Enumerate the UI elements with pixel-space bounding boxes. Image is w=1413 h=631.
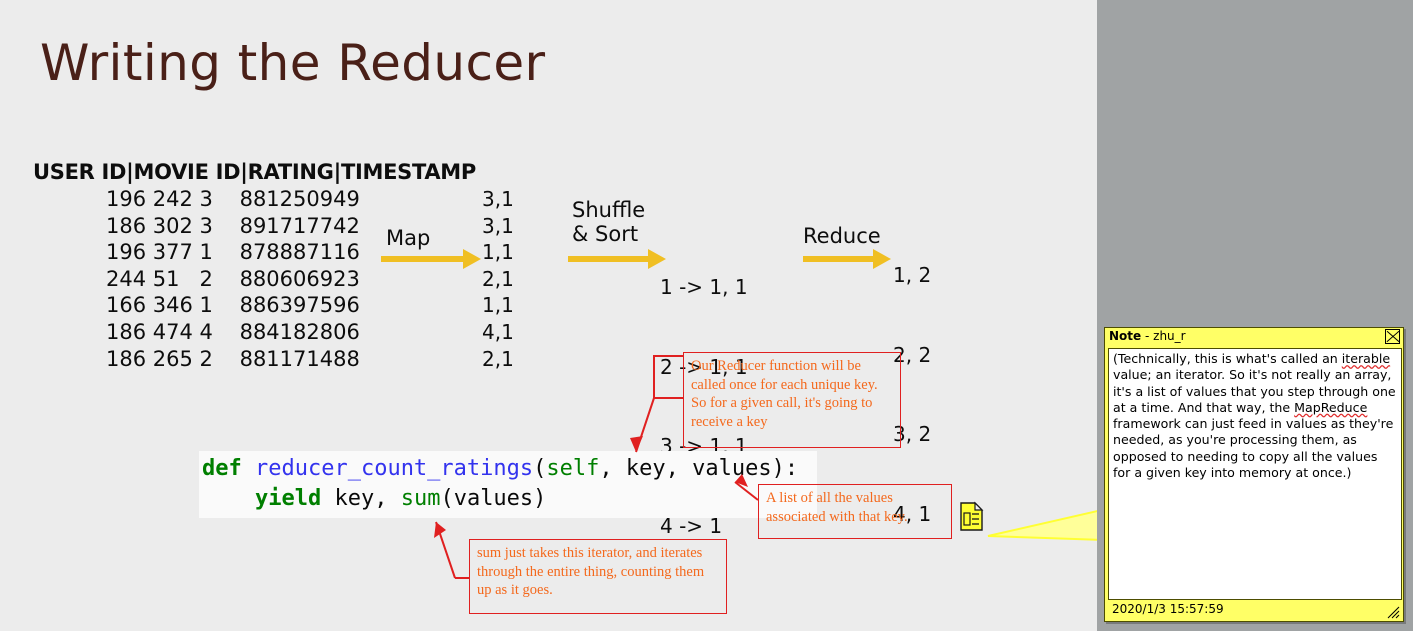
table-row: 186 474 4 884182806 (106, 319, 360, 344)
map-output-item: 1,1 (482, 240, 514, 265)
comment-panel-body[interactable]: (Technically, this is what's called an i… (1108, 348, 1402, 600)
code-function-name: reducer_count_ratings (241, 456, 534, 481)
annotation-box-reducer-call: Our Reducer function will be called once… (683, 352, 901, 448)
stage-label-reduce: Reduce (803, 224, 881, 248)
code-params-rest: , key, values): (599, 456, 799, 481)
comment-panel-header: Note - zhu_r (1105, 328, 1403, 346)
code-sum-args: (values) (440, 486, 547, 511)
reduce-arrow-icon (803, 249, 891, 269)
comment-panel[interactable]: Note - zhu_r (Technically, this is what'… (1104, 327, 1404, 622)
table-row: 244 51 2 880606923 (106, 266, 360, 291)
comment-panel-label: Note (1109, 329, 1142, 343)
map-output-item: 3,1 (482, 187, 514, 211)
close-icon[interactable] (1385, 329, 1400, 344)
comment-connector (987, 510, 1097, 541)
table-row: 186 265 2 881171488 (106, 346, 360, 371)
map-arrow-icon (381, 249, 481, 269)
code-param-self: self (546, 456, 600, 481)
shuffle-arrow-icon (568, 249, 666, 269)
comment-panel-timestamp: 2020/1/3 15:57:59 (1112, 602, 1224, 616)
code-keyword-yield: yield (254, 486, 322, 511)
map-output-item: 2,1 (482, 266, 514, 291)
data-table-header: USER ID|MOVIE ID|RATING|TIMESTAMP (33, 160, 476, 184)
code-block: def reducer_count_ratings(self, key, val… (199, 451, 817, 518)
shuffle-output-item: 1 -> 1, 1 (660, 275, 748, 299)
reduce-output-item: 1, 2 (893, 263, 932, 287)
map-output-column: 3,1 3,1 1,1 2,1 1,1 4,1 2,1 (482, 186, 514, 372)
slide-canvas: Writing the Reducer USER ID|MOVIE ID|RAT… (0, 0, 1097, 631)
annotation-box-sum-iterator: sum just takes this iterator, and iterat… (469, 539, 727, 614)
map-output-item: 1,1 (482, 293, 514, 318)
map-output-item: 3,1 (482, 213, 514, 238)
page-title: Writing the Reducer (40, 34, 546, 92)
note-document-icon[interactable] (958, 500, 984, 533)
code-builtin-sum: sum (400, 486, 441, 511)
stage-label-map: Map (386, 226, 431, 250)
code-paren-open: ( (533, 456, 547, 481)
annotation-box-values-list: A list of all the values associated with… (758, 484, 952, 539)
comment-panel-separator: - (1141, 329, 1154, 343)
code-yield-key: key, (321, 486, 401, 511)
table-row: 166 346 1 886397596 (106, 293, 360, 318)
map-output-item: 2,1 (482, 346, 514, 371)
comment-panel-author: zhu_r (1153, 329, 1186, 343)
code-keyword-def: def (202, 456, 242, 481)
data-table-rows: 196 242 3 881250949 186 302 3 891717742 … (33, 186, 476, 372)
map-output-item: 4,1 (482, 319, 514, 344)
resize-grip-icon[interactable] (1386, 605, 1400, 619)
stage-label-shuffle: Shuffle & Sort (572, 198, 646, 246)
table-row: 196 242 3 881250949 (106, 187, 360, 211)
